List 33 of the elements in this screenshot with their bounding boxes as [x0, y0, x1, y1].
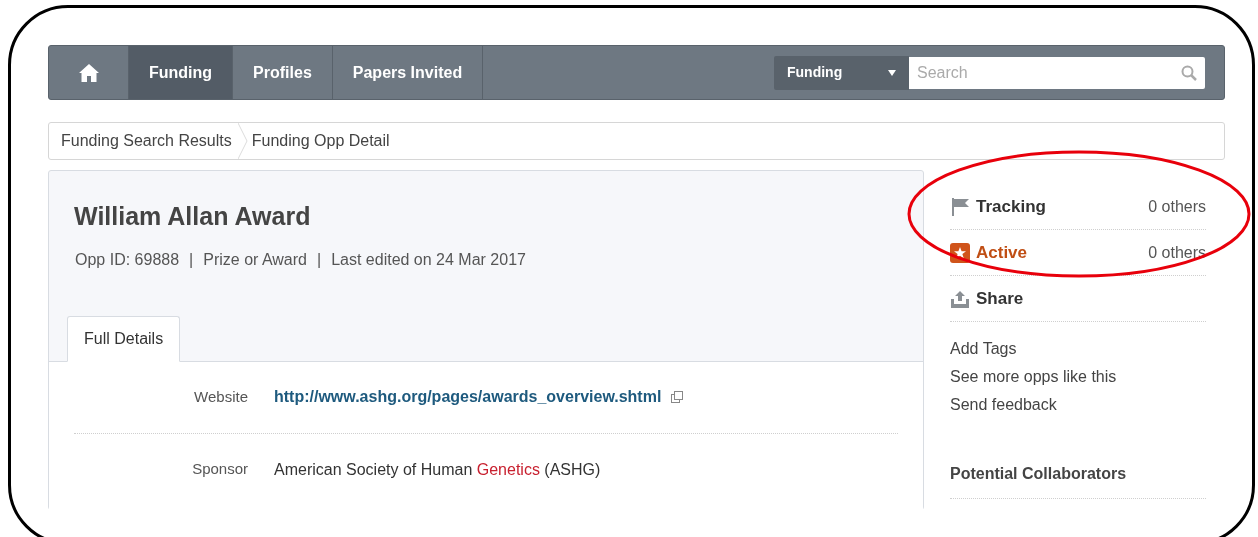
- nav-tab[interactable]: Papers Invited: [332, 46, 484, 99]
- opportunity-title: William Allan Award: [73, 201, 312, 232]
- external-link-icon: [671, 391, 684, 403]
- home-icon: [77, 62, 100, 83]
- details-tab[interactable]: Full Details: [67, 315, 181, 362]
- field-label: Sponsor: [191, 459, 249, 480]
- meta-text: Last edited on 24 Mar 2017: [331, 249, 526, 270]
- sidebar-link[interactable]: See more opps like this: [950, 366, 1206, 388]
- nav-tab[interactable]: Profiles: [233, 46, 333, 99]
- sidebar-link[interactable]: Add Tags: [950, 338, 1206, 360]
- flag-icon: [950, 196, 970, 217]
- search-icon: [1181, 64, 1197, 81]
- meta-text: Opp ID: 69888: [75, 249, 180, 270]
- website-link[interactable]: http://www.ashg.org/pages/awards_overview.shtml: [274, 385, 662, 409]
- count-text: 0 others: [1148, 242, 1206, 263]
- nav-tab[interactable]: Funding: [129, 46, 234, 99]
- sidebar-link[interactable]: Send feedback: [950, 394, 1206, 416]
- meta-text: Prize or Award: [203, 249, 307, 270]
- breadcrumb-link[interactable]: Funding Search Results: [49, 129, 238, 153]
- section-title: Potential Collaborators: [950, 464, 1128, 484]
- meta-separator: |: [188, 249, 195, 270]
- field-value: American Society of Human Genetics (ASHG): [274, 459, 601, 480]
- tracking-button[interactable]: Tracking: [950, 193, 1046, 220]
- share-button[interactable]: Share: [950, 285, 1024, 312]
- breadcrumb-link[interactable]: Funding Opp Detail: [247, 129, 390, 153]
- meta-separator: |: [316, 249, 323, 270]
- search-field[interactable]: Search: [909, 56, 1205, 89]
- count-text: 0 others: [1148, 196, 1206, 217]
- active-button[interactable]: Active: [950, 239, 1028, 266]
- field-label: Website: [193, 386, 249, 407]
- caret-icon: [888, 69, 896, 76]
- share-icon: [950, 289, 970, 308]
- category-dropdown[interactable]: Funding: [774, 55, 909, 90]
